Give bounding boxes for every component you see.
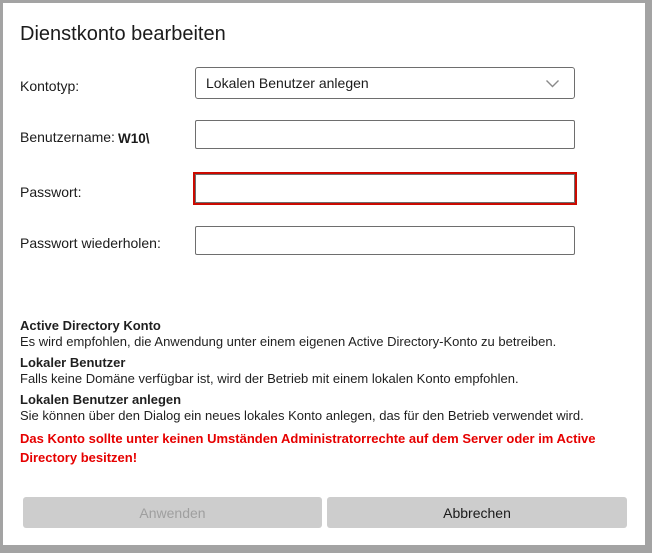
- kontotyp-select[interactable]: Lokalen Benutzer anlegen: [195, 67, 575, 99]
- kontotyp-label: Kontotyp:: [20, 78, 79, 95]
- passwort-wiederholen-input[interactable]: [195, 226, 575, 255]
- benutzername-domain-prefix: W10\: [118, 130, 150, 147]
- info-heading: Lokalen Benutzer anlegen: [20, 392, 635, 408]
- info-body: Sie können über den Dialog ein neues lok…: [20, 408, 635, 424]
- cancel-button[interactable]: Abbrechen: [327, 497, 627, 528]
- benutzername-label: Benutzername:: [20, 129, 115, 146]
- chevron-down-icon: [545, 79, 560, 88]
- account-type-info: Active Directory Konto Es wird empfohlen…: [20, 318, 635, 429]
- admin-rights-warning: Das Konto sollte unter keinen Umständen …: [20, 429, 620, 467]
- passwort-input[interactable]: [195, 174, 575, 203]
- benutzername-input[interactable]: [195, 120, 575, 149]
- passwort-label: Passwort:: [20, 184, 81, 201]
- info-group-lokaler-benutzer: Lokaler Benutzer Falls keine Domäne verf…: [20, 355, 635, 387]
- info-group-active-directory: Active Directory Konto Es wird empfohlen…: [20, 318, 635, 350]
- info-body: Falls keine Domäne verfügbar ist, wird d…: [20, 371, 635, 387]
- info-body: Es wird empfohlen, die Anwendung unter e…: [20, 334, 635, 350]
- info-group-lokalen-benutzer-anlegen: Lokalen Benutzer anlegen Sie können über…: [20, 392, 635, 424]
- apply-button[interactable]: Anwenden: [23, 497, 322, 528]
- info-heading: Active Directory Konto: [20, 318, 635, 334]
- kontotyp-selected-value: Lokalen Benutzer anlegen: [206, 75, 545, 91]
- dienstkonto-dialog: Dienstkonto bearbeiten Kontotyp: Lokalen…: [3, 3, 645, 545]
- info-heading: Lokaler Benutzer: [20, 355, 635, 371]
- passwort-wiederholen-label: Passwort wiederholen:: [20, 235, 161, 252]
- dialog-title: Dienstkonto bearbeiten: [20, 21, 226, 48]
